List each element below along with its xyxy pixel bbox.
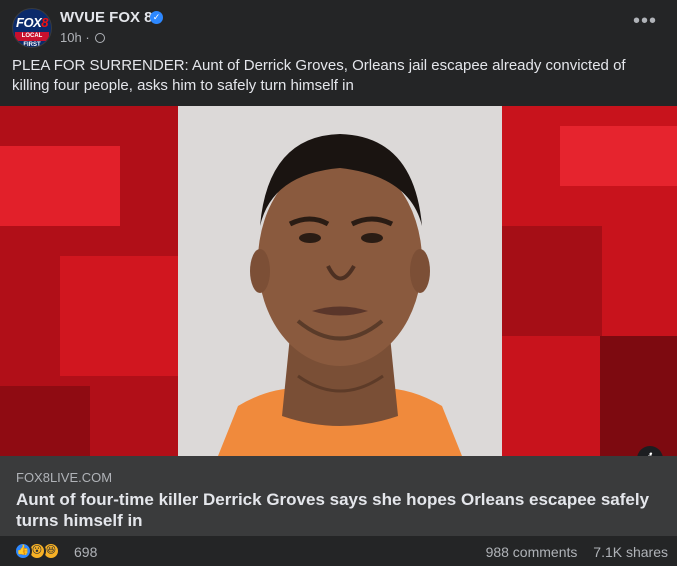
post-stats: 988 comments 7.1K shares xyxy=(474,544,668,560)
shares-count[interactable]: 7.1K shares xyxy=(593,544,668,560)
comments-count[interactable]: 988 comments xyxy=(486,544,578,560)
meta-separator: · xyxy=(85,30,94,45)
verified-badge-icon: ✓ xyxy=(150,11,163,24)
page-avatar[interactable]: FOX8 LOCAL FIRST xyxy=(12,8,52,48)
page-name[interactable]: WVUE FOX 8 xyxy=(60,9,153,26)
link-image[interactable]: i xyxy=(0,106,677,456)
like-icon: 👍 xyxy=(14,542,32,560)
link-domain: FOX8LIVE.COM xyxy=(16,470,113,485)
globe-icon xyxy=(95,33,106,43)
bg-tile xyxy=(0,146,120,226)
bg-tile xyxy=(502,226,602,336)
local-first-logo: LOCAL FIRST xyxy=(15,32,49,47)
post-footer: 👍 😮 😆 698 988 comments 7.1K shares xyxy=(0,536,677,566)
bg-tile xyxy=(0,386,90,456)
fox8-logo: FOX8 xyxy=(16,15,48,30)
link-headline[interactable]: Aunt of four-time killer Derrick Groves … xyxy=(16,489,656,531)
post-meta: 10h · xyxy=(60,30,106,45)
post-timestamp[interactable]: 10h xyxy=(60,30,82,45)
reaction-count[interactable]: 698 xyxy=(74,544,97,560)
post-text: PLEA FOR SURRENDER: Aunt of Derrick Grov… xyxy=(12,57,626,94)
bg-tile xyxy=(600,336,677,456)
mugshot-photo xyxy=(178,106,502,456)
bg-tile xyxy=(60,256,178,376)
post-card: FOX8 LOCAL FIRST WVUE FOX 8 ✓ 10h · ••• … xyxy=(0,0,677,566)
bg-tile xyxy=(560,126,677,186)
link-preview[interactable]: FOX8LIVE.COM Aunt of four-time killer De… xyxy=(0,456,677,536)
more-options-icon[interactable]: ••• xyxy=(633,11,657,31)
post-header: FOX8 LOCAL FIRST WVUE FOX 8 ✓ 10h · ••• xyxy=(0,0,677,52)
